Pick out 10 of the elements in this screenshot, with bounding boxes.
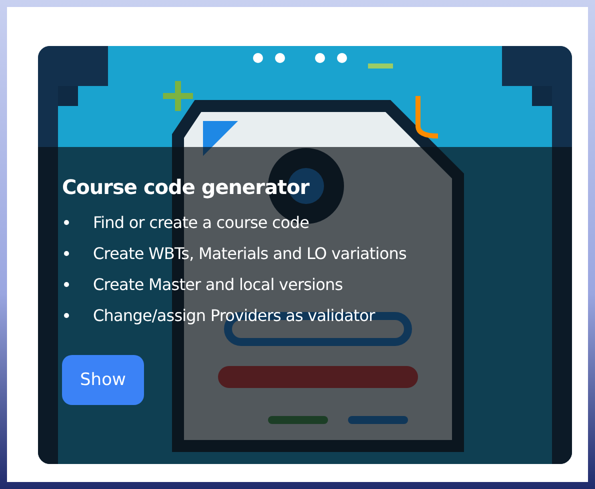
card-title: Course code generator <box>62 175 310 199</box>
bullet-icon <box>64 313 69 318</box>
feature-text: Change/assign Providers as validator <box>93 306 375 325</box>
feature-text: Create WBTs, Materials and LO variations <box>93 244 406 263</box>
feature-text: Find or create a course code <box>93 213 310 232</box>
bullet-icon <box>64 251 69 256</box>
bullet-icon <box>64 220 69 225</box>
feature-text: Create Master and local versions <box>93 275 343 294</box>
show-button[interactable]: Show <box>62 355 144 405</box>
bullet-icon <box>64 282 69 287</box>
